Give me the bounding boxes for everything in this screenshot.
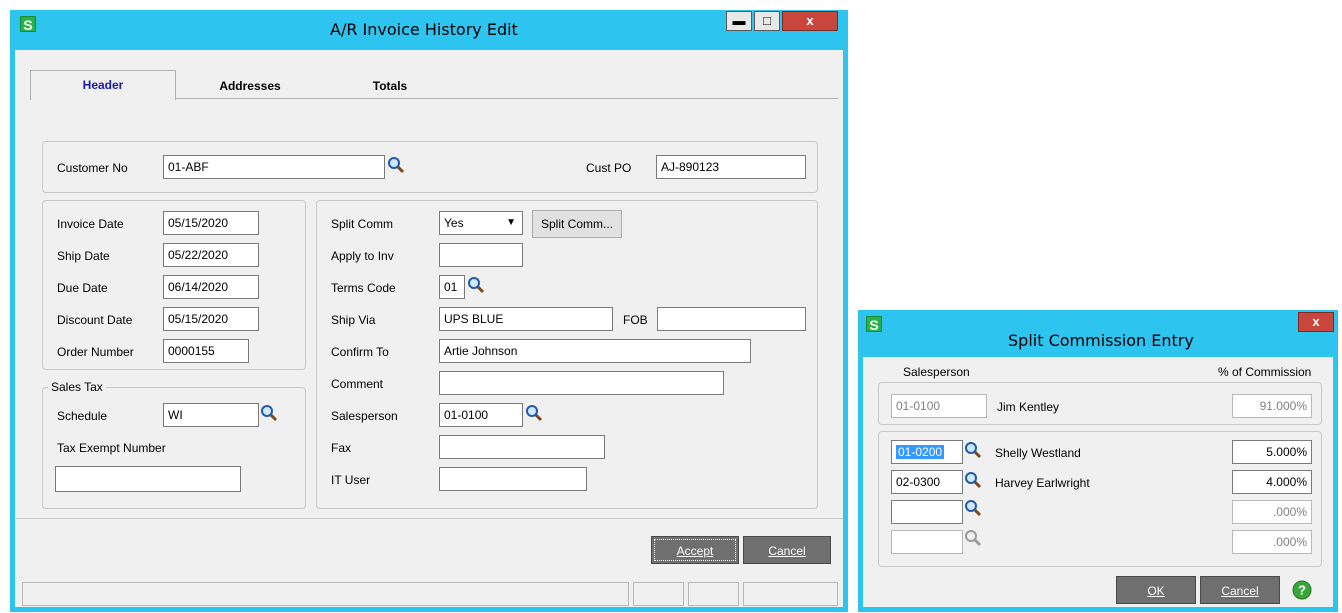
confirm-to-label: Confirm To xyxy=(331,345,389,359)
invoice-date-label: Invoice Date xyxy=(57,217,124,231)
discount-date-field[interactable]: 05/15/2020 xyxy=(163,307,259,331)
primary-salesperson-pct: 91.000% xyxy=(1232,394,1312,418)
maximize-icon[interactable]: □ xyxy=(754,11,780,31)
fax-field[interactable] xyxy=(439,435,605,459)
invoice-date-field[interactable]: 05/15/2020 xyxy=(163,211,259,235)
due-date-label: Due Date xyxy=(57,281,108,295)
split-row-4-lookup-icon xyxy=(965,530,982,547)
status-bar-cell-2 xyxy=(688,582,739,606)
split-comm-label: Split Comm xyxy=(331,217,394,231)
schedule-field[interactable]: WI xyxy=(163,403,259,427)
split-row-1-lookup-icon[interactable] xyxy=(964,441,982,459)
customer-no-label: Customer No xyxy=(57,161,128,175)
split-row-2-pct[interactable]: 4.000% xyxy=(1232,470,1312,494)
split-cancel-button[interactable]: Cancel xyxy=(1200,576,1280,604)
footer-divider xyxy=(15,518,843,519)
split-comm-button[interactable]: Split Comm... xyxy=(532,210,622,238)
status-bar-cell-3 xyxy=(743,582,838,606)
fob-field[interactable] xyxy=(657,307,806,331)
cancel-label: Cancel xyxy=(768,544,806,558)
terms-code-lookup-icon[interactable] xyxy=(467,276,485,294)
svg-text:?: ? xyxy=(1298,583,1306,598)
close-icon[interactable]: x xyxy=(782,11,838,31)
cancel-button[interactable]: Cancel xyxy=(743,536,831,564)
split-comm-value: Yes xyxy=(444,216,464,230)
app-logo-icon: S xyxy=(20,16,36,33)
fax-label: Fax xyxy=(331,441,352,455)
tab-header-label: Header xyxy=(82,78,124,92)
salesperson-field[interactable]: 01-0100 xyxy=(439,403,523,427)
cust-po-field[interactable]: AJ-890123 xyxy=(656,155,806,179)
terms-code-label: Terms Code xyxy=(331,281,396,295)
split-row-1-code-value: 01-0200 xyxy=(896,445,945,459)
terms-code-field[interactable]: 01 xyxy=(439,275,465,299)
tab-totals[interactable]: Totals xyxy=(350,79,430,93)
status-bar-cell-1 xyxy=(633,582,684,606)
schedule-label: Schedule xyxy=(57,409,108,423)
split-row-4-pct: .000% xyxy=(1232,530,1312,554)
col-commission-header: % of Commission xyxy=(1218,365,1312,379)
schedule-lookup-icon[interactable] xyxy=(260,404,278,422)
split-row-2-name: Harvey Earlwright xyxy=(995,476,1090,490)
confirm-to-field[interactable]: Artie Johnson xyxy=(439,339,751,363)
col-salesperson-header: Salesperson xyxy=(903,365,970,379)
accept-label: Accept xyxy=(676,544,714,558)
split-row-1-name: Shelly Westland xyxy=(995,446,1081,460)
tax-exempt-label: Tax Exempt Number xyxy=(57,441,166,455)
split-window-title: Split Commission Entry xyxy=(1008,331,1194,350)
window-title: A/R Invoice History Edit xyxy=(330,20,518,39)
help-icon[interactable]: ? xyxy=(1292,580,1312,600)
due-date-field[interactable]: 06/14/2020 xyxy=(163,275,259,299)
order-number-field[interactable]: 0000155 xyxy=(163,339,249,363)
comment-label: Comment xyxy=(331,377,384,391)
ship-date-label: Ship Date xyxy=(57,249,110,263)
it-user-label: IT User xyxy=(331,473,371,487)
comment-field[interactable] xyxy=(439,371,724,395)
split-ok-label: OK xyxy=(1147,584,1165,598)
sales-tax-group-label: Sales Tax xyxy=(48,380,106,394)
split-row-3-pct: .000% xyxy=(1232,500,1312,524)
split-ok-button[interactable]: OK xyxy=(1116,576,1196,604)
ship-via-field[interactable]: UPS BLUE xyxy=(439,307,613,331)
split-row-1-pct[interactable]: 5.000% xyxy=(1232,440,1312,464)
status-bar-main xyxy=(22,582,629,606)
split-comm-select[interactable]: Yes ▼ xyxy=(439,211,523,235)
apply-to-inv-field[interactable] xyxy=(439,243,523,267)
order-number-label: Order Number xyxy=(57,345,134,359)
split-cancel-label: Cancel xyxy=(1221,584,1259,598)
apply-to-inv-label: Apply to Inv xyxy=(331,249,394,263)
tab-addresses[interactable]: Addresses xyxy=(200,79,300,93)
salesperson-label: Salesperson xyxy=(331,409,398,423)
minimize-icon[interactable]: ▬ xyxy=(726,11,752,31)
split-row-3-code[interactable] xyxy=(891,500,963,524)
cust-po-label: Cust PO xyxy=(586,161,632,175)
accept-button[interactable]: Accept xyxy=(651,536,739,564)
primary-salesperson-code: 01-0100 xyxy=(891,394,987,418)
split-row-1-code[interactable]: 01-0200 xyxy=(891,440,963,464)
split-app-logo-icon: S xyxy=(866,316,882,333)
discount-date-label: Discount Date xyxy=(57,313,133,327)
split-row-2-code[interactable]: 02-0300 xyxy=(891,470,963,494)
it-user-field[interactable] xyxy=(439,467,587,491)
customer-lookup-icon[interactable] xyxy=(387,156,405,174)
split-close-icon[interactable]: x xyxy=(1298,312,1334,332)
ship-via-label: Ship Via xyxy=(331,313,376,327)
salesperson-lookup-icon[interactable] xyxy=(525,404,543,422)
split-row-3-lookup-icon[interactable] xyxy=(964,499,982,517)
split-row-4-code xyxy=(891,530,963,554)
primary-salesperson-name: Jim Kentley xyxy=(997,400,1060,414)
chevron-down-icon: ▼ xyxy=(506,217,516,228)
tax-exempt-field[interactable] xyxy=(55,466,241,492)
customer-no-field[interactable]: 01-ABF xyxy=(163,155,385,179)
split-row-2-lookup-icon[interactable] xyxy=(964,471,982,489)
ship-date-field[interactable]: 05/22/2020 xyxy=(163,243,259,267)
fob-label: FOB xyxy=(623,313,648,327)
